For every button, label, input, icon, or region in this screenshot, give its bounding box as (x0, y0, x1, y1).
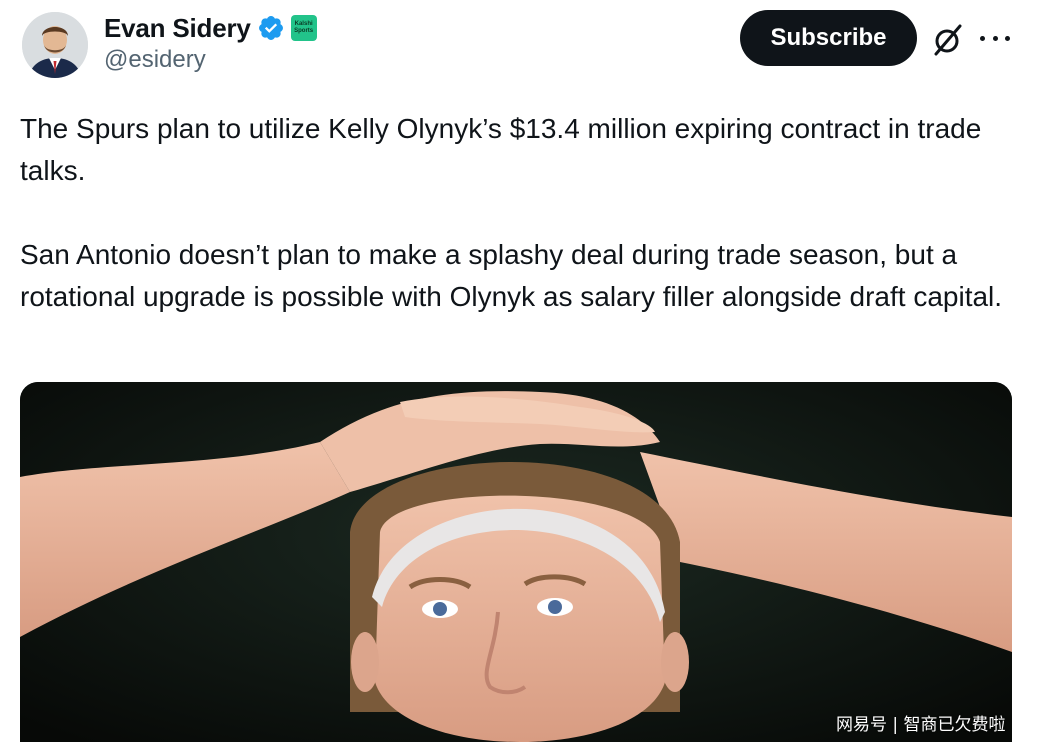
more-icon[interactable] (980, 26, 1010, 50)
tweet-media-photo[interactable] (20, 382, 1012, 742)
verified-badge-icon[interactable] (257, 14, 285, 42)
grok-icon[interactable] (930, 22, 966, 58)
more-dot (992, 35, 998, 41)
tweet-paragraph: San Antonio doesn’t plan to make a splas… (20, 239, 1003, 312)
affiliate-badge[interactable]: Kalshi Sports (290, 15, 317, 41)
watermark: 网易号 | 智商已欠费啦 (836, 715, 1006, 735)
player-photo (20, 382, 1012, 742)
tweet-paragraph: The Spurs plan to utilize Kelly Olynyk’s… (20, 113, 982, 186)
tweet-text: The Spurs plan to utilize Kelly Olynyk’s… (20, 108, 1025, 318)
more-dot (1005, 35, 1010, 41)
handle[interactable]: @esidery (104, 46, 317, 74)
name-row: Evan Sidery Kalshi Sports (104, 10, 317, 46)
avatar-image (22, 12, 88, 78)
author-block: Evan Sidery Kalshi Sports @esidery (104, 10, 317, 74)
display-name[interactable]: Evan Sidery (104, 13, 251, 44)
more-dot (980, 35, 985, 41)
tweet-card: Evan Sidery Kalshi Sports @esidery Subsc… (0, 0, 1037, 742)
avatar[interactable] (22, 12, 88, 78)
subscribe-button[interactable]: Subscribe (740, 10, 917, 66)
